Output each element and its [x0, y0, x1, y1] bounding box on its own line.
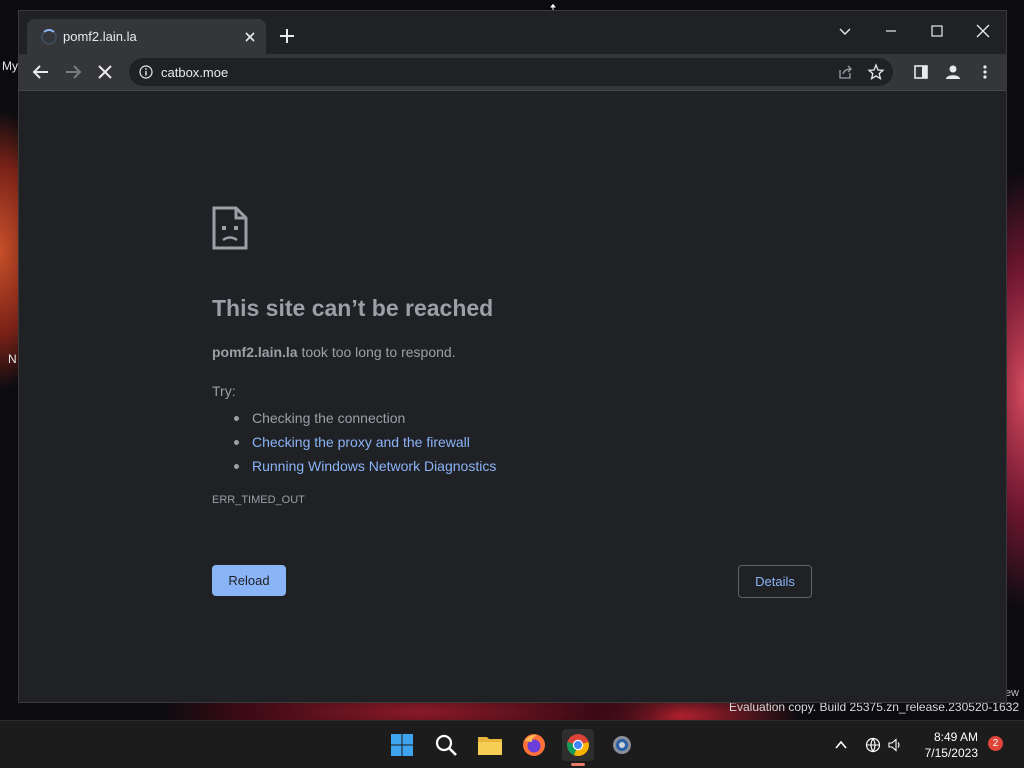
- arrow-left-icon: [32, 65, 48, 79]
- system-clock[interactable]: 8:49 AM 7/15/2023: [914, 729, 978, 761]
- tab-title: pomf2.lain.la: [63, 29, 137, 44]
- clock-date: 7/15/2023: [924, 746, 978, 760]
- star-icon[interactable]: [867, 63, 885, 81]
- globe-icon: [865, 737, 881, 753]
- chrome-icon: [567, 734, 589, 757]
- browser-toolbar: catbox.moe: [19, 54, 1006, 90]
- maximize-button[interactable]: [917, 17, 957, 45]
- speaker-icon: [888, 738, 900, 752]
- sad-document-icon: [212, 206, 248, 250]
- watermark-fragment: ew: [1004, 687, 1019, 699]
- taskbar-file-explorer[interactable]: [474, 729, 506, 761]
- arrow-right-icon: [66, 65, 82, 79]
- active-app-indicator: [571, 763, 585, 766]
- minimize-icon: [886, 30, 896, 32]
- close-icon: [98, 65, 112, 79]
- desktop-icon-label[interactable]: N: [8, 352, 17, 366]
- chevron-up-icon: [835, 740, 847, 749]
- title-bar[interactable]: pomf2.lain.la: [19, 11, 1006, 54]
- error-host: pomf2.lain.la: [212, 344, 298, 360]
- browser-window: pomf2.lain.la catbox.moe This site can’t…: [18, 10, 1007, 703]
- error-code: ERR_TIMED_OUT: [212, 494, 305, 506]
- forward-button[interactable]: [63, 62, 83, 82]
- start-button[interactable]: [386, 729, 418, 761]
- file-explorer-icon: [478, 737, 502, 755]
- search-button[interactable]: [430, 729, 462, 761]
- chevron-down-icon: [839, 28, 851, 35]
- error-description-text: took too long to respond.: [297, 344, 456, 360]
- tab-active[interactable]: pomf2.lain.la: [27, 19, 266, 54]
- loading-spinner-icon: [41, 29, 57, 45]
- new-tab-button[interactable]: [278, 27, 296, 45]
- suggestion-link-network-diagnostics[interactable]: Running Windows Network Diagnostics: [232, 454, 496, 478]
- try-label: Try:: [212, 383, 236, 399]
- taskbar-settings[interactable]: [606, 729, 638, 761]
- taskbar: 8:49 AM 7/15/2023: [0, 720, 1024, 768]
- side-panel-icon: [914, 65, 928, 79]
- close-icon: [976, 24, 990, 38]
- error-title: This site can’t be reached: [212, 295, 494, 321]
- url-text[interactable]: catbox.moe: [161, 65, 228, 80]
- close-tab-icon[interactable]: [242, 29, 258, 45]
- network-button[interactable]: [864, 736, 882, 754]
- show-hidden-icons-button[interactable]: [832, 736, 850, 754]
- search-icon: [435, 734, 457, 756]
- details-button[interactable]: Details: [738, 565, 812, 598]
- kebab-menu-icon: [983, 65, 987, 79]
- back-button[interactable]: [31, 62, 51, 82]
- taskbar-chrome[interactable]: [562, 729, 594, 761]
- notification-badge[interactable]: 2: [988, 736, 1003, 751]
- firefox-icon: [523, 734, 545, 756]
- minimize-button[interactable]: [871, 17, 911, 45]
- maximize-icon: [931, 25, 943, 37]
- reload-button[interactable]: Reload: [212, 565, 286, 596]
- stop-loading-button[interactable]: [95, 62, 115, 82]
- error-description: pomf2.lain.la took too long to respond.: [212, 344, 456, 360]
- menu-button[interactable]: [975, 62, 995, 82]
- settings-icon: [613, 736, 631, 754]
- suggestion-item: Checking the connection: [232, 406, 496, 430]
- tab-search-button[interactable]: [825, 17, 865, 45]
- error-page: This site can’t be reached pomf2.lain.la…: [19, 91, 1006, 702]
- suggestion-list: Checking the connection Checking the pro…: [232, 406, 496, 478]
- volume-button[interactable]: [886, 736, 904, 754]
- share-icon[interactable]: [837, 64, 853, 80]
- profile-icon: [946, 65, 960, 79]
- start-icon: [391, 734, 413, 756]
- address-bar[interactable]: catbox.moe: [129, 58, 893, 86]
- taskbar-firefox[interactable]: [518, 729, 550, 761]
- side-panel-button[interactable]: [911, 62, 931, 82]
- suggestion-link-proxy-firewall[interactable]: Checking the proxy and the firewall: [232, 430, 496, 454]
- close-window-button[interactable]: [963, 17, 1003, 45]
- clock-time: 8:49 AM: [933, 730, 978, 744]
- desktop-icon-label[interactable]: My: [2, 59, 18, 73]
- info-icon[interactable]: [139, 65, 153, 79]
- profile-button[interactable]: [943, 62, 963, 82]
